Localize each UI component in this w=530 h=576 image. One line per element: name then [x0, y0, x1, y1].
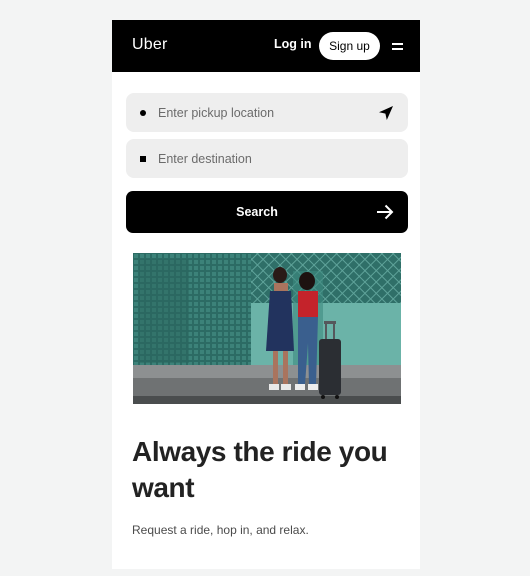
search-button[interactable]: Search [126, 191, 408, 233]
top-nav-bar: Uber Log in Sign up [112, 20, 420, 72]
uber-logo[interactable]: Uber [132, 36, 167, 54]
arrow-right-icon [377, 204, 394, 220]
mobile-page: Uber Log in Sign up Search [112, 20, 420, 569]
destination-input[interactable] [158, 139, 368, 178]
pickup-field[interactable] [126, 93, 408, 132]
signup-button[interactable]: Sign up [319, 32, 380, 60]
search-button-label: Search [236, 205, 278, 219]
destination-square-icon [140, 156, 146, 162]
hero-subtitle: Request a ride, hop in, and relax. [132, 523, 309, 537]
pickup-input[interactable] [158, 93, 368, 132]
pickup-dot-icon [140, 110, 146, 116]
hero-photo-illustration [133, 253, 401, 404]
hamburger-menu-icon[interactable] [391, 39, 405, 53]
destination-field[interactable] [126, 139, 408, 178]
location-arrow-icon[interactable] [376, 103, 396, 123]
login-link[interactable]: Log in [274, 37, 312, 51]
hero-headline: Always the ride you want [132, 436, 388, 503]
hero-image [133, 253, 401, 404]
